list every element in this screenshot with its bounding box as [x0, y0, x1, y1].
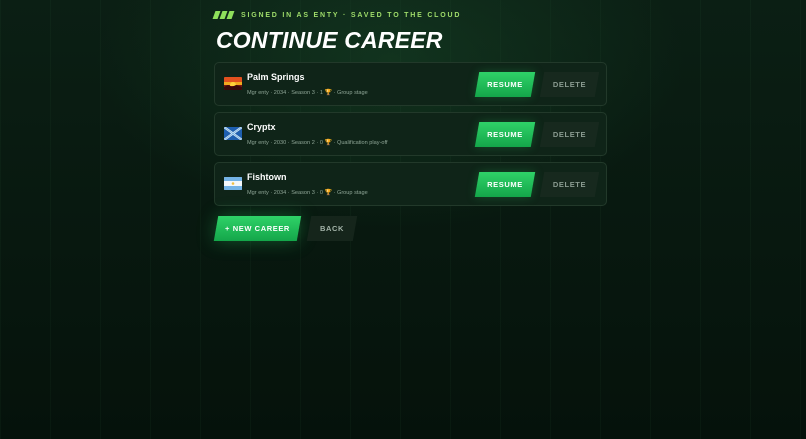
- status-text: SIGNED IN AS ENTY · SAVED TO THE CLOUD: [241, 11, 462, 19]
- status-bar: SIGNED IN AS ENTY · SAVED TO THE CLOUD: [212, 10, 462, 20]
- new-career-label: + NEW CAREER: [225, 224, 290, 233]
- sunset-flag-icon: [224, 77, 242, 90]
- trophy-count: 0: [319, 190, 323, 196]
- back-label: BACK: [319, 224, 345, 233]
- career-card: Fishtown Mgr enty · 2034 · Season 3 · 0 …: [214, 162, 607, 206]
- season-text: Season 3: [291, 190, 315, 196]
- stage-text: Group stage: [336, 190, 368, 196]
- resume-button[interactable]: RESUME: [474, 72, 536, 97]
- delete-button[interactable]: DELETE: [539, 172, 600, 197]
- manager-text: Mgr enty: [247, 90, 269, 96]
- manager-text: Mgr enty: [247, 140, 269, 146]
- trophy-icon: 🏆: [324, 140, 332, 146]
- resume-label: RESUME: [487, 80, 523, 89]
- resume-button[interactable]: RESUME: [474, 122, 536, 147]
- delete-button[interactable]: DELETE: [539, 122, 600, 147]
- resume-button[interactable]: RESUME: [474, 172, 536, 197]
- trophy-count: 0: [319, 140, 323, 146]
- delete-button[interactable]: DELETE: [539, 72, 600, 97]
- stripes-icon: [212, 11, 235, 19]
- career-name: Palm Springs: [247, 72, 305, 82]
- manager-text: Mgr enty: [247, 190, 269, 196]
- delete-label: DELETE: [552, 130, 587, 139]
- career-meta: Mgr enty · 2030 · Season 2 · 0 🏆 · Quali…: [247, 140, 388, 146]
- trophy-icon: 🏆: [324, 90, 332, 96]
- career-card: Cryptx Mgr enty · 2030 · Season 2 · 0 🏆 …: [214, 112, 607, 156]
- new-career-button[interactable]: + NEW CAREER: [213, 216, 302, 241]
- year-text: 2034: [273, 190, 287, 196]
- stage-text: Qualification play-off: [336, 140, 388, 146]
- back-button[interactable]: BACK: [306, 216, 358, 241]
- career-meta: Mgr enty · 2034 · Season 3 · 0 🏆 · Group…: [247, 190, 368, 196]
- year-text: 2030: [273, 140, 287, 146]
- stage-text: Group stage: [336, 90, 368, 96]
- blue-saltire-flag-icon: [224, 127, 242, 140]
- year-text: 2034: [273, 90, 287, 96]
- trophy-count: 1: [319, 90, 323, 96]
- trophy-icon: 🏆: [324, 190, 332, 196]
- career-meta: Mgr enty · 2034 · Season 3 · 1 🏆 · Group…: [247, 90, 368, 96]
- career-list: Palm Springs Mgr enty · 2034 · Season 3 …: [214, 62, 607, 212]
- season-text: Season 2: [291, 140, 315, 146]
- career-card: Palm Springs Mgr enty · 2034 · Season 3 …: [214, 62, 607, 106]
- resume-label: RESUME: [487, 180, 523, 189]
- light-blue-stripes-flag-icon: [224, 177, 242, 190]
- page-title: CONTINUE CAREER: [216, 27, 443, 53]
- career-name: Fishtown: [247, 172, 287, 182]
- resume-label: RESUME: [487, 130, 523, 139]
- season-text: Season 3: [291, 90, 315, 96]
- delete-label: DELETE: [552, 80, 587, 89]
- career-name: Cryptx: [247, 122, 276, 132]
- delete-label: DELETE: [552, 180, 587, 189]
